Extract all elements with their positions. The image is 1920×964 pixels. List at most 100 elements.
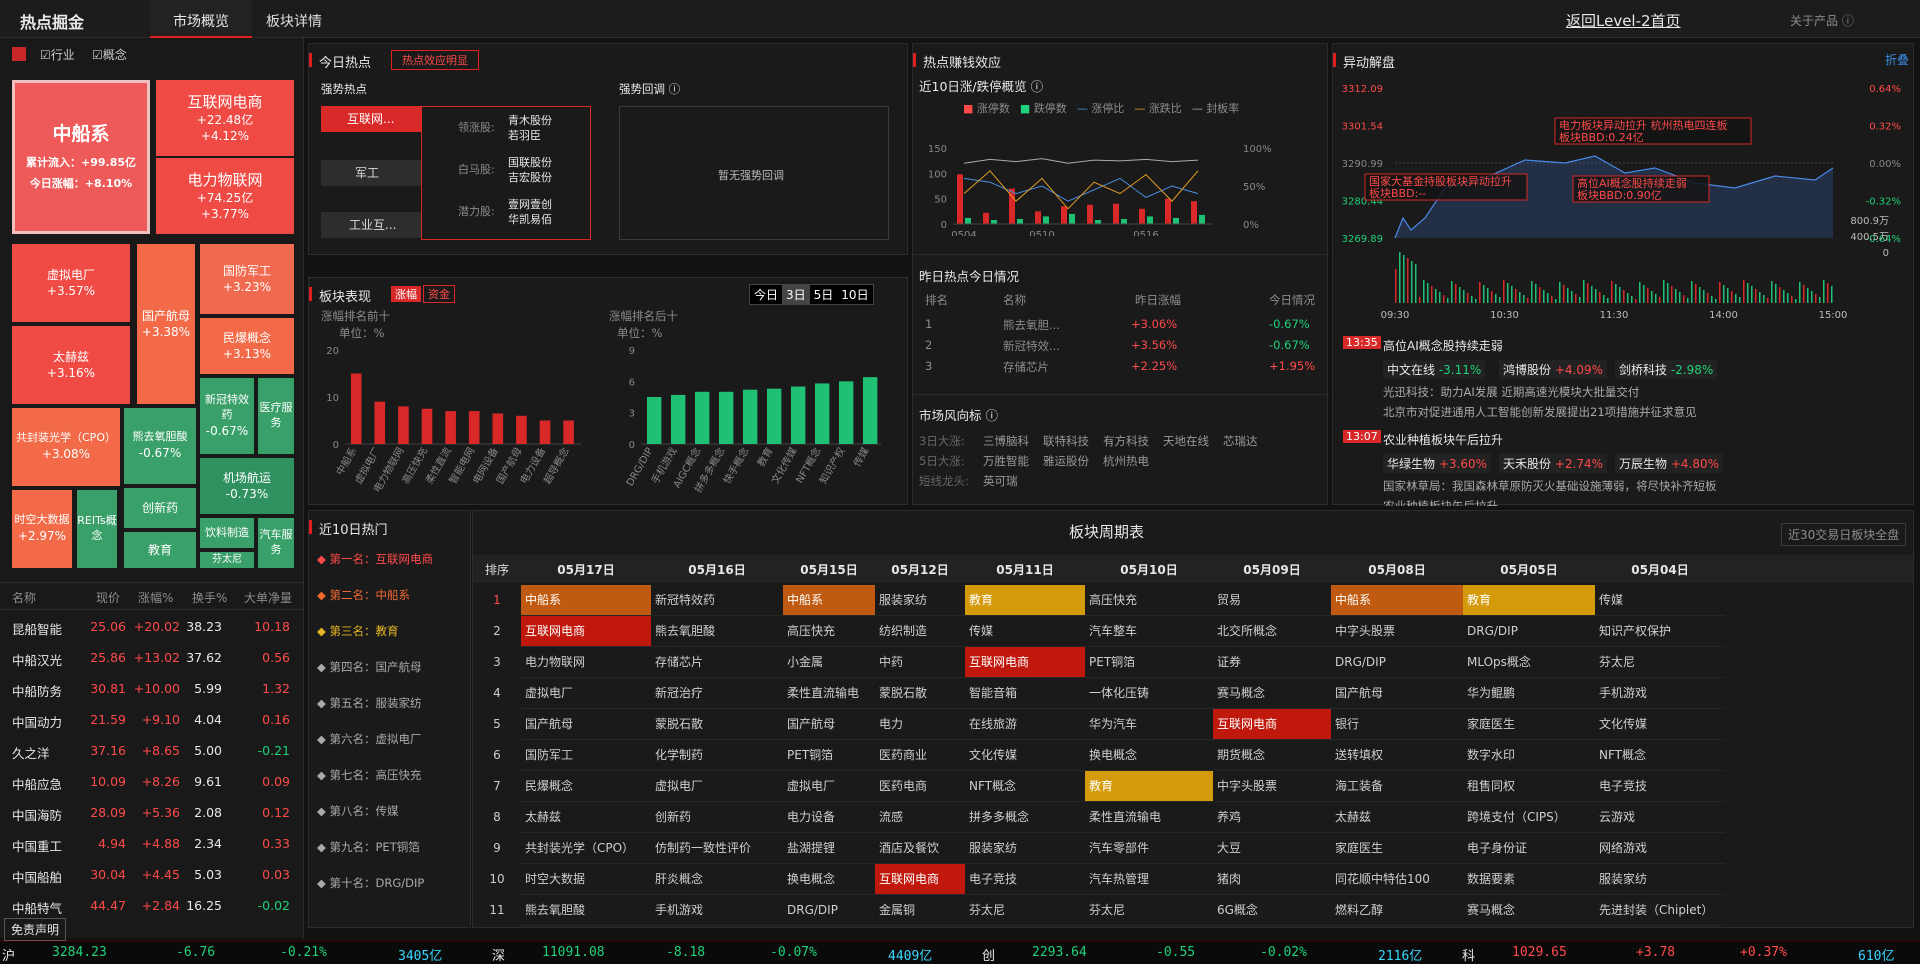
stock-name[interactable]: 久之洋: [12, 743, 50, 762]
cycle-cell[interactable]: MLOps概念: [1463, 647, 1595, 678]
cycle-cell[interactable]: 数据要素: [1463, 864, 1595, 895]
cycle-cell[interactable]: 期货概念: [1213, 740, 1331, 771]
cycle-cell[interactable]: 纺织制造: [875, 616, 965, 647]
cycle-cell[interactable]: 网络游戏: [1595, 833, 1725, 864]
cycle-cell[interactable]: 手机游戏: [651, 895, 783, 926]
leader-stock[interactable]: 国联股份 吉宏股份: [508, 155, 552, 185]
cycle-cell[interactable]: 先进封装（Chiplet）: [1595, 895, 1725, 926]
hot10-item[interactable]: ◆ 第六名：虚拟电厂: [317, 731, 422, 747]
cycle-cell[interactable]: 芬太尼: [965, 895, 1085, 926]
fold-button[interactable]: 折叠: [1885, 51, 1909, 68]
stock-name[interactable]: 中国船舶: [12, 867, 62, 886]
hot10-item[interactable]: ◆ 第九名：PET铜箔: [317, 839, 420, 855]
wind-stock[interactable]: 有方科技: [1103, 433, 1149, 449]
hot-sector-2[interactable]: 军工: [321, 160, 421, 186]
cycle-cell[interactable]: 国产航母: [521, 709, 651, 740]
cycle-cell[interactable]: 中字头股票: [1213, 771, 1331, 802]
cycle-cell[interactable]: 文化传媒: [1595, 709, 1725, 740]
cycle-cell[interactable]: 肝炎概念: [651, 864, 783, 895]
treemap-tile[interactable]: 国产航母 +3.38%: [137, 244, 195, 404]
cycle-cell[interactable]: 燃料乙醇: [1331, 895, 1463, 926]
cycle-cell[interactable]: 高压快充: [783, 616, 875, 647]
stock-name[interactable]: 中船汉光: [12, 650, 62, 669]
cycle-cell[interactable]: 赛马概念: [1213, 678, 1331, 709]
news-item[interactable]: 国家林草局：我国森林草原防灭火基础设施薄弱，将尽快补齐短板: [1383, 478, 1717, 494]
treemap-tile[interactable]: 芬太尼: [200, 552, 254, 568]
back-level2-link[interactable]: 返回Level-2首页: [1566, 10, 1681, 31]
cycle-cell[interactable]: 大豆: [1213, 833, 1331, 864]
cycle-cell[interactable]: 电力物联网: [521, 647, 651, 678]
news-stock[interactable]: 万辰生物 +4.80%: [1615, 454, 1724, 473]
treemap-tile[interactable]: 电力物联网 +74.25亿 +3.77%: [156, 158, 294, 234]
disclaimer-button[interactable]: 免责声明: [4, 918, 67, 941]
stock-name[interactable]: 昆船智能: [12, 619, 62, 638]
cycle-cell[interactable]: 电子竞技: [1595, 771, 1725, 802]
cycle-cell[interactable]: 海工装备: [1331, 771, 1463, 802]
wind-stock[interactable]: 芯瑞达: [1223, 433, 1258, 449]
stock-row[interactable]: 中船汉光 25.86 +13.02 37.62 0.56: [0, 643, 300, 674]
cycle-cell[interactable]: 医药电商: [875, 771, 965, 802]
cycle-cell[interactable]: 国产航母: [783, 709, 875, 740]
cycle-cell[interactable]: DRG/DIP: [1331, 647, 1463, 678]
cycle-cell[interactable]: 电子身份证: [1463, 833, 1595, 864]
hot10-item[interactable]: ◆ 第二名：中船系: [317, 587, 410, 603]
cycle-cell[interactable]: 服装家纺: [965, 833, 1085, 864]
news-title[interactable]: 农业种植板块午后拉升: [1383, 431, 1503, 448]
hot10-item[interactable]: ◆ 第五名：服装家纺: [317, 695, 422, 711]
cycle-cell[interactable]: 电子竞技: [965, 864, 1085, 895]
cycle-cell[interactable]: 在线旅游: [965, 709, 1085, 740]
cycle-cell[interactable]: 华为鲲鹏: [1463, 678, 1595, 709]
cycle-cell[interactable]: 化学制药: [651, 740, 783, 771]
cycle-cell[interactable]: 赛马概念: [1463, 895, 1595, 926]
stock-row[interactable]: 中国船舶 30.04 +4.45 5.03 0.03: [0, 860, 300, 891]
cycle-cell[interactable]: 小金属: [783, 647, 875, 678]
cycle-cell[interactable]: 芬太尼: [1085, 895, 1213, 926]
cycle-cell[interactable]: 太赫兹: [1331, 802, 1463, 833]
hot10-item[interactable]: ◆ 第一名：互联网电商: [317, 551, 433, 567]
hot10-item[interactable]: ◆ 第三名：教育: [317, 623, 399, 639]
cycle-cell[interactable]: DRG/DIP: [783, 895, 875, 926]
treemap-tile[interactable]: 熊去氧胆酸 -0.67%: [124, 408, 196, 484]
all-30days-button[interactable]: 近30交易日板块全盘: [1781, 523, 1907, 546]
cycle-cell[interactable]: 酒店及餐饮: [875, 833, 965, 864]
yesterday-hot-row[interactable]: 3 存储芯片 +2.25% +1.95%: [913, 356, 1329, 377]
cycle-cell[interactable]: 盐湖提锂: [783, 833, 875, 864]
treemap-tile[interactable]: REITs概念: [77, 490, 117, 568]
period-10d[interactable]: 10日: [837, 285, 873, 304]
cycle-cell[interactable]: 汽车整车: [1085, 616, 1213, 647]
treemap-tile[interactable]: 太赫兹 +3.16%: [12, 326, 130, 404]
cycle-cell[interactable]: 北交所概念: [1213, 616, 1331, 647]
stock-row[interactable]: 中船应急 10.09 +8.26 9.61 0.09: [0, 767, 300, 798]
news-stock[interactable]: 中文在线 -3.11%: [1383, 360, 1486, 379]
treemap-tile[interactable]: 创新药: [124, 488, 196, 528]
cycle-cell[interactable]: 虚拟电厂: [651, 771, 783, 802]
cycle-cell[interactable]: 中船系: [521, 585, 651, 616]
treemap-tile[interactable]: 汽车服务: [258, 518, 294, 568]
tab-sector-detail[interactable]: 板块详情: [266, 11, 322, 31]
cycle-cell[interactable]: 创新药: [651, 802, 783, 833]
cycle-cell[interactable]: 文化传媒: [965, 740, 1085, 771]
treemap-tile[interactable]: 饮料制造: [200, 518, 254, 548]
cycle-cell[interactable]: PET铜箔: [783, 740, 875, 771]
cycle-cell[interactable]: 教育: [1085, 771, 1213, 802]
cycle-cell[interactable]: 互联网电商: [521, 616, 651, 647]
wind-stock[interactable]: 三博脑科: [983, 433, 1029, 449]
stock-name[interactable]: 中国重工: [12, 836, 62, 855]
filter-industry-checkbox[interactable]: ☑行业: [40, 46, 75, 63]
cycle-cell[interactable]: 汽车热管理: [1085, 864, 1213, 895]
cycle-cell[interactable]: 手机游戏: [1595, 678, 1725, 709]
treemap-tile[interactable]: 民爆概念 +3.13%: [200, 318, 294, 374]
news-title[interactable]: 高位AI概念股持续走弱: [1383, 337, 1503, 354]
cycle-cell[interactable]: 换电概念: [783, 864, 875, 895]
cycle-cell[interactable]: 换电概念: [1085, 740, 1213, 771]
cycle-cell[interactable]: 高压快充: [1085, 585, 1213, 616]
cycle-cell[interactable]: 猪肉: [1213, 864, 1331, 895]
treemap-tile[interactable]: 机场航运 -0.73%: [200, 458, 294, 514]
cycle-cell[interactable]: 电力设备: [783, 802, 875, 833]
yesterday-hot-row[interactable]: 1 熊去氧胆... +3.06% -0.67%: [913, 314, 1329, 335]
cycle-cell[interactable]: 中船系: [783, 585, 875, 616]
cycle-cell[interactable]: 教育: [965, 585, 1085, 616]
cycle-cell[interactable]: 拼多多概念: [965, 802, 1085, 833]
treemap-tile[interactable]: 国防军工 +3.23%: [200, 244, 294, 314]
cycle-cell[interactable]: 中药: [875, 647, 965, 678]
